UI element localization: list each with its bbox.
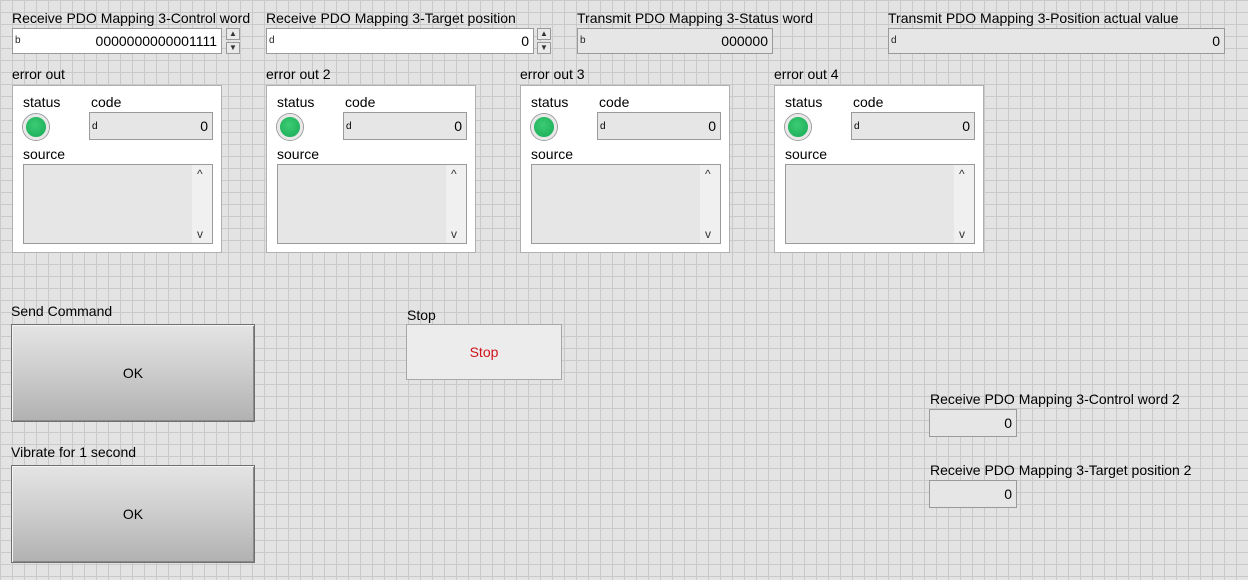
source-text[interactable]: ^ v — [531, 164, 721, 244]
status-led-icon — [23, 114, 49, 140]
scrollbar[interactable]: ^ v — [446, 165, 466, 243]
scroll-up-icon[interactable]: ^ — [197, 167, 203, 181]
status-led-icon — [785, 114, 811, 140]
position-actual-label: Transmit PDO Mapping 3-Position actual v… — [888, 10, 1179, 26]
error-cluster-title: error out 2 — [266, 66, 331, 82]
control-word-2-label: Receive PDO Mapping 3-Control word 2 — [930, 391, 1180, 407]
status-label: status — [23, 94, 61, 110]
error-cluster: status code d 0 source ^ v — [266, 85, 476, 253]
radix-indicator[interactable]: d — [92, 121, 98, 132]
code-label: code — [91, 94, 122, 110]
status-word-indicator: b 000000 — [577, 28, 773, 54]
error-cluster-title: error out — [12, 66, 65, 82]
vibrate-button[interactable]: OK — [11, 465, 255, 563]
control-word-value: 0000000000001111 — [95, 33, 217, 49]
code-value: 0 — [962, 118, 970, 134]
scroll-up-icon[interactable]: ^ — [451, 167, 457, 181]
status-label: status — [277, 94, 315, 110]
radix-indicator[interactable]: d — [600, 121, 606, 132]
source-label: source — [23, 146, 66, 162]
scroll-down-icon[interactable]: v — [451, 227, 457, 241]
status-word-value: 000000 — [721, 33, 768, 49]
increment-arrow-icon[interactable]: ▲ — [226, 28, 240, 40]
scroll-up-icon[interactable]: ^ — [705, 167, 711, 181]
radix-indicator[interactable]: b — [580, 35, 586, 46]
status-word-label: Transmit PDO Mapping 3-Status word — [577, 10, 814, 26]
status-led-icon — [277, 114, 303, 140]
status-label: status — [785, 94, 823, 110]
send-command-label: Send Command — [11, 303, 113, 319]
source-text[interactable]: ^ v — [785, 164, 975, 244]
status-label: status — [531, 94, 569, 110]
radix-indicator[interactable]: d — [854, 121, 860, 132]
position-actual-value: 0 — [1212, 33, 1220, 49]
stop-button[interactable]: Stop — [406, 324, 562, 380]
error-cluster-title: error out 3 — [520, 66, 585, 82]
status-led-icon — [531, 114, 557, 140]
code-label: code — [853, 94, 884, 110]
scrollbar[interactable]: ^ v — [192, 165, 212, 243]
target-position-label: Receive PDO Mapping 3-Target position — [266, 10, 516, 26]
source-text[interactable]: ^ v — [277, 164, 467, 244]
code-indicator: d 0 — [851, 112, 975, 140]
code-indicator: d 0 — [597, 112, 721, 140]
radix-indicator[interactable]: b — [15, 35, 21, 46]
code-indicator: d 0 — [89, 112, 213, 140]
scroll-down-icon[interactable]: v — [959, 227, 965, 241]
increment-arrow-icon[interactable]: ▲ — [537, 28, 551, 40]
source-label: source — [277, 146, 320, 162]
scrollbar[interactable]: ^ v — [954, 165, 974, 243]
stop-label: Stop — [407, 307, 436, 323]
control-word-2-value: 0 — [1004, 415, 1012, 431]
target-position-input[interactable]: d 0 — [266, 28, 534, 54]
decrement-arrow-icon[interactable]: ▼ — [226, 42, 240, 54]
source-label: source — [785, 146, 828, 162]
code-value: 0 — [200, 118, 208, 134]
error-cluster-title: error out 4 — [774, 66, 839, 82]
code-label: code — [345, 94, 376, 110]
target-position-value: 0 — [521, 33, 529, 49]
code-label: code — [599, 94, 630, 110]
control-word-label: Receive PDO Mapping 3-Control word — [12, 10, 251, 26]
scroll-up-icon[interactable]: ^ — [959, 167, 965, 181]
target-position-spinner[interactable]: ▲ ▼ — [537, 28, 551, 54]
scroll-down-icon[interactable]: v — [197, 227, 203, 241]
radix-indicator[interactable]: d — [891, 35, 897, 46]
code-value: 0 — [708, 118, 716, 134]
target-position-2-indicator: 0 — [929, 480, 1017, 508]
radix-indicator[interactable]: d — [346, 121, 352, 132]
control-word-spinner[interactable]: ▲ ▼ — [226, 28, 240, 54]
decrement-arrow-icon[interactable]: ▼ — [537, 42, 551, 54]
code-value: 0 — [454, 118, 462, 134]
control-word-input[interactable]: b 0000000000001111 — [12, 28, 222, 54]
control-word-2-indicator: 0 — [929, 409, 1017, 437]
radix-indicator[interactable]: d — [269, 35, 275, 46]
source-label: source — [531, 146, 574, 162]
code-indicator: d 0 — [343, 112, 467, 140]
scroll-down-icon[interactable]: v — [705, 227, 711, 241]
error-cluster: status code d 0 source ^ v — [774, 85, 984, 253]
error-cluster: status code d 0 source ^ v — [12, 85, 222, 253]
position-actual-indicator: d 0 — [888, 28, 1225, 54]
target-position-2-label: Receive PDO Mapping 3-Target position 2 — [930, 462, 1192, 478]
vibrate-label: Vibrate for 1 second — [11, 444, 137, 460]
source-text[interactable]: ^ v — [23, 164, 213, 244]
target-position-2-value: 0 — [1004, 486, 1012, 502]
send-command-button[interactable]: OK — [11, 324, 255, 422]
scrollbar[interactable]: ^ v — [700, 165, 720, 243]
error-cluster: status code d 0 source ^ v — [520, 85, 730, 253]
